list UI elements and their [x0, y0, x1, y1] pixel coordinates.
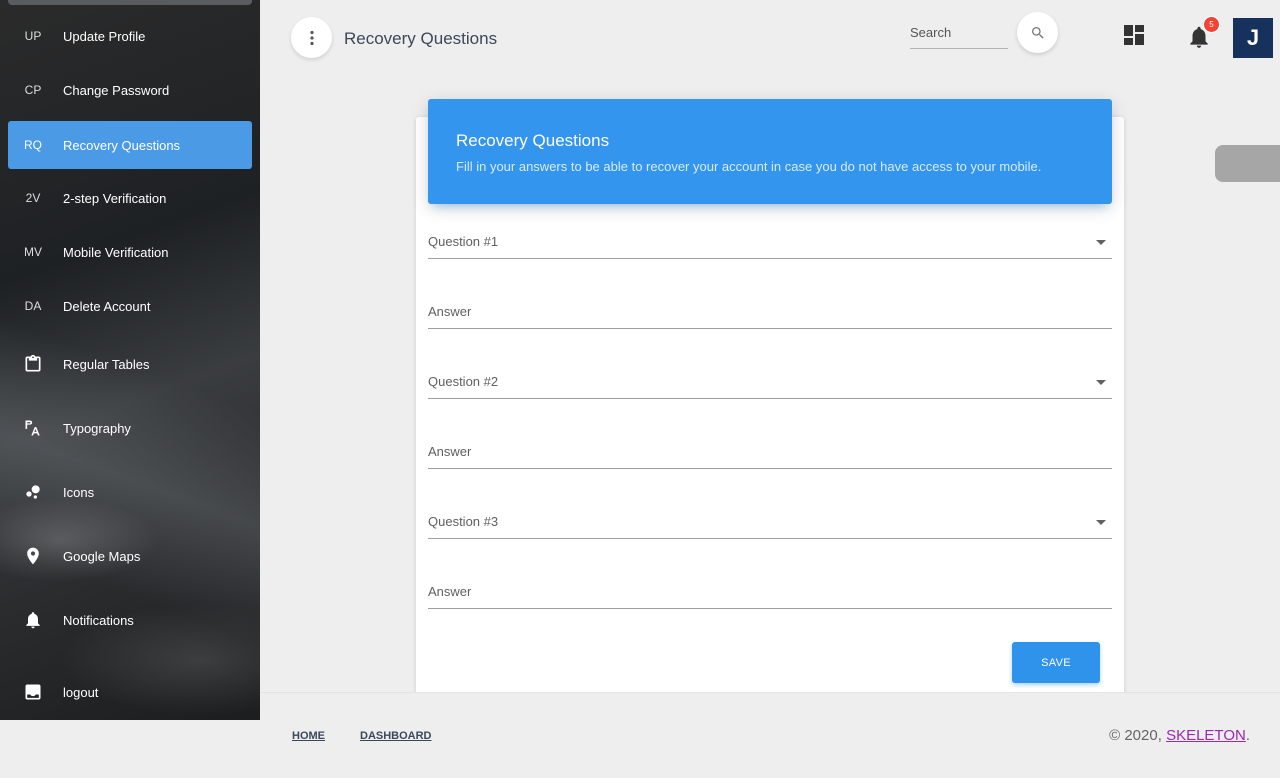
question-3-select[interactable]: Question #3 — [428, 505, 1112, 539]
clipboard-icon — [8, 354, 58, 374]
search-input[interactable] — [910, 22, 1008, 40]
footer-link-home[interactable]: HOME — [292, 730, 325, 742]
dashboard-icon[interactable] — [1124, 25, 1144, 45]
more-vert-icon — [309, 30, 314, 45]
copyright-suffix: . — [1245, 727, 1250, 744]
answer-1-input[interactable]: Answer — [428, 295, 1112, 329]
sidebar-item-label: Notifications — [63, 612, 134, 628]
sidebar-item-mobile-verification[interactable]: MV Mobile Verification — [8, 228, 252, 276]
sidebar-item-2-step-verification[interactable]: 2V 2-step Verification — [8, 174, 252, 222]
sidebar-item-label: Delete Account — [63, 298, 151, 314]
sidebar-scroll-edge — [8, 0, 252, 5]
answer-2-input[interactable]: Answer — [428, 435, 1112, 469]
sidebar-item-change-password[interactable]: CP Change Password — [8, 66, 252, 114]
sidebar-item-label: Regular Tables — [63, 356, 150, 372]
sidebar-item-abbr: RQ — [24, 138, 42, 152]
sidebar-item-label: Icons — [63, 484, 95, 500]
sidebar-item-logout[interactable]: logout — [8, 668, 252, 716]
bell-icon — [8, 610, 58, 630]
answer-1-label: Answer — [428, 304, 472, 319]
question-1-select[interactable]: Question #1 — [428, 225, 1112, 259]
avatar[interactable]: J — [1233, 18, 1273, 58]
sidebar-item-label: Google Maps — [63, 548, 141, 564]
brand-link[interactable]: SKELETON — [1166, 727, 1246, 744]
sidebar-item-google-maps[interactable]: Google Maps — [8, 532, 252, 580]
answer-2-label: Answer — [428, 444, 472, 459]
footer-link-dashboard[interactable]: DASHBOARD — [360, 730, 432, 742]
dropdown-arrow-icon — [1096, 520, 1106, 525]
notification-count-badge: 5 — [1203, 16, 1220, 33]
card-subtitle: Fill in your answers to be able to recov… — [456, 159, 1042, 174]
sidebar-item-abbr: UP — [24, 29, 42, 43]
bubble-chart-icon — [8, 482, 58, 502]
sidebar-item-label: Change Password — [63, 82, 170, 98]
dropdown-arrow-icon — [1096, 240, 1106, 245]
card-header: Recovery Questions Fill in your answers … — [428, 99, 1112, 204]
sidebar-item-icons[interactable]: Icons — [8, 468, 252, 516]
sidebar-item-update-profile[interactable]: UP Update Profile — [8, 12, 252, 60]
sidebar-item-label: Update Profile — [63, 28, 146, 44]
card-title: Recovery Questions — [456, 131, 610, 150]
recovery-questions-card — [416, 117, 1124, 709]
sidebar-item-typography[interactable]: Typography — [8, 404, 252, 452]
question-2-select[interactable]: Question #2 — [428, 365, 1112, 399]
settings-side-tab[interactable] — [1215, 145, 1280, 182]
question-1-label: Question #1 — [428, 234, 499, 249]
sidebar-item-label: 2-step Verification — [63, 190, 167, 206]
answer-3-input[interactable]: Answer — [428, 575, 1112, 609]
sidebar-item-label: Typography — [63, 420, 131, 436]
copyright-prefix: © 2020, — [1109, 727, 1167, 744]
page-title: Recovery Questions — [344, 29, 498, 48]
sidebar-item-abbr: CP — [24, 83, 42, 97]
search-button[interactable] — [1017, 12, 1058, 53]
question-3-label: Question #3 — [428, 514, 499, 529]
sidebar-item-label: logout — [63, 684, 99, 700]
location-pin-icon — [8, 546, 58, 566]
sidebar-item-abbr: MV — [24, 245, 42, 259]
sidebar-item-notifications[interactable]: Notifications — [8, 596, 252, 644]
sidebar-item-regular-tables[interactable]: Regular Tables — [8, 340, 252, 388]
search-icon — [1031, 26, 1044, 39]
sidebar-item-abbr: 2V — [25, 191, 41, 205]
sidebar-item-label: Recovery Questions — [63, 137, 181, 153]
sidebar-item-recovery-questions[interactable]: RQ Recovery Questions — [8, 121, 252, 169]
sidebar-item-abbr: DA — [24, 299, 42, 313]
sidebar: UP Update Profile CP Change Password RQ … — [0, 0, 260, 720]
logout-icon — [8, 682, 58, 702]
copyright: © 2020, SKELETON. — [1109, 727, 1250, 744]
dropdown-arrow-icon — [1096, 380, 1106, 385]
save-button[interactable]: SAVE — [1012, 642, 1100, 683]
typography-icon — [8, 418, 58, 438]
more-menu-button[interactable] — [291, 17, 332, 58]
sidebar-item-delete-account[interactable]: DA Delete Account — [8, 282, 252, 330]
search-field — [910, 22, 1008, 49]
question-2-label: Question #2 — [428, 374, 499, 389]
answer-3-label: Answer — [428, 584, 472, 599]
sidebar-item-label: Mobile Verification — [63, 244, 169, 260]
